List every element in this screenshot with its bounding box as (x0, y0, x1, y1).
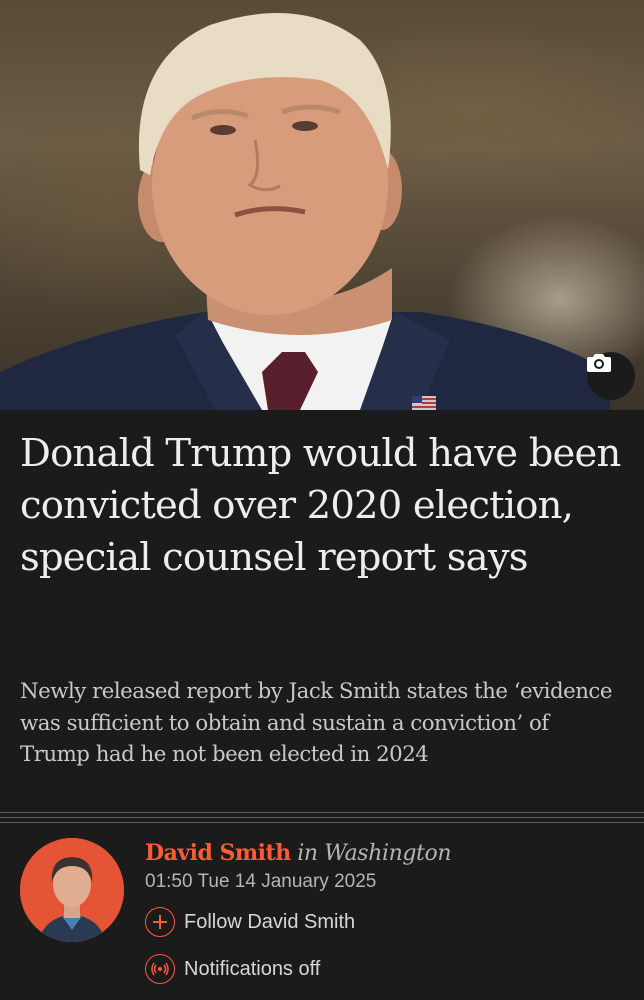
follow-author-button[interactable]: Follow David Smith (145, 907, 355, 937)
camera-button[interactable] (587, 352, 635, 400)
divider-bottom (0, 822, 644, 823)
publish-datetime: 01:50 Tue 14 January 2025 (145, 871, 377, 892)
plus-icon (145, 907, 175, 937)
byline-location: in Washington (290, 841, 452, 866)
broadcast-icon (145, 954, 175, 984)
hero-image (0, 0, 644, 410)
author-avatar[interactable] (20, 838, 124, 942)
follow-label: Follow David Smith (184, 910, 356, 933)
divider-top (0, 812, 644, 813)
camera-icon (587, 354, 611, 372)
headline: Donald Trump would have been convicted o… (20, 431, 621, 580)
standfirst: Newly released report by Jack Smith stat… (20, 679, 612, 767)
author-name-link[interactable]: David Smith (145, 840, 291, 866)
divider-middle (0, 817, 644, 818)
author-photo (20, 838, 124, 942)
byline: David Smith in Washington (145, 838, 452, 869)
notifications-label: Notifications off (184, 957, 321, 980)
notifications-toggle[interactable]: Notifications off (145, 954, 320, 984)
portrait-illustration (0, 13, 610, 410)
